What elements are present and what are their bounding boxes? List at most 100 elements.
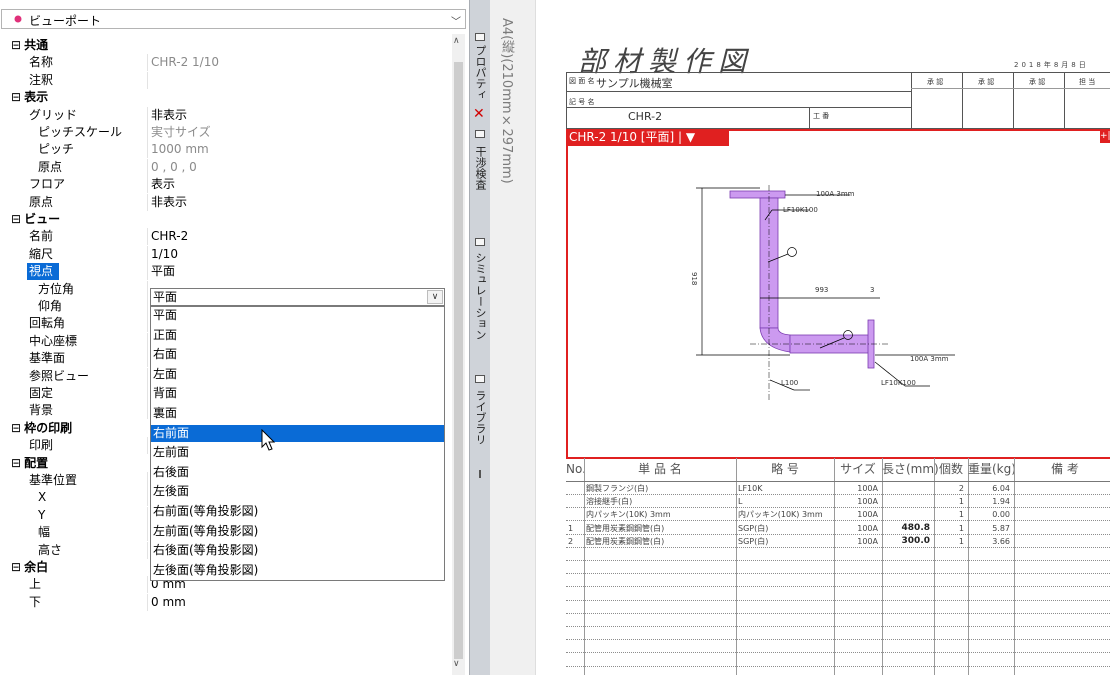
property-row[interactable]: 原点 0 , 0 , 0 — [9, 158, 450, 176]
table-row-line — [566, 599, 1110, 601]
column-divider — [147, 176, 148, 194]
label-text: 枠の印刷 — [24, 420, 73, 435]
property-row[interactable]: 名称 CHR-2 1/10 — [9, 54, 450, 72]
property-tab-icon — [475, 33, 485, 41]
viewpoint-option[interactable]: 背面 — [151, 385, 444, 402]
label-text: ビュー — [24, 212, 61, 226]
property-value[interactable]: 平面 — [151, 263, 175, 280]
viewpoint-option[interactable]: 左前面(等角投影図) — [151, 523, 444, 540]
viewpoint-option[interactable]: 左前面 — [151, 444, 444, 461]
viewport-tag[interactable]: CHR-2 1/10 [平面] | ▼ — [566, 129, 729, 146]
property-row[interactable]: 縮尺 1/10 — [9, 245, 450, 263]
category-label: ⊟ 枠の印刷 — [11, 420, 72, 437]
collapse-icon[interactable]: ⊟ — [11, 456, 21, 470]
table-cell: 内パッキン(10K) 3mm — [586, 510, 671, 520]
dock-tab-strip: プロパティ ✕ 干渉検査 シミュレーション ライブラリ — [469, 0, 491, 675]
tab-library[interactable]: ライブラリ — [470, 390, 491, 445]
property-value[interactable]: 1/10 — [151, 246, 178, 263]
property-row[interactable]: ピッチスケール 実寸サイズ — [9, 124, 450, 141]
property-value[interactable]: 0 mm — [151, 594, 186, 611]
property-row[interactable]: グリッド 非表示 — [9, 106, 450, 124]
drawing-name: サンプル機械室 — [596, 77, 673, 90]
table-header: 重量(kg) — [968, 462, 1016, 476]
viewpoint-option[interactable]: 右前面(等角投影図) — [151, 503, 444, 520]
viewport-tag-right[interactable]: +| — [1100, 129, 1110, 143]
viewpoint-option[interactable]: 平面 — [151, 307, 444, 324]
viewpoint-option[interactable]: 右前面 — [151, 424, 444, 442]
scroll-up-icon[interactable]: ∧ — [453, 36, 460, 46]
column-divider — [147, 298, 148, 315]
collapse-icon[interactable]: ⊟ — [11, 560, 21, 574]
property-label: 中心座標 — [29, 333, 77, 350]
table-cell: SGP(白) — [738, 523, 769, 533]
property-label: 幅 — [38, 524, 50, 541]
property-label: 仰角 — [38, 298, 62, 315]
table-cell: SGP(白) — [738, 536, 769, 546]
table-cell: 300.0 — [901, 535, 930, 546]
property-value[interactable]: CHR-2 1/10 — [151, 54, 219, 71]
column-divider — [147, 472, 148, 489]
table-row-line — [566, 507, 1110, 509]
column-divider — [147, 228, 148, 246]
property-row[interactable]: ピッチ 1000 mm — [9, 141, 450, 159]
collapse-icon[interactable]: ⊟ — [11, 421, 21, 435]
table-column-line — [736, 458, 737, 675]
collapse-icon[interactable]: ⊟ — [11, 38, 21, 52]
scroll-down-icon[interactable]: ∨ — [453, 659, 460, 669]
collapse-icon[interactable]: ⊟ — [11, 90, 21, 104]
property-value[interactable]: 0 , 0 , 0 — [151, 159, 197, 176]
viewpoint-combo[interactable]: 平面 ∨ — [150, 288, 445, 306]
property-row[interactable]: 名前 CHR-2 — [9, 228, 450, 246]
viewpoint-dropdown-list: 平面正面右面左面背面裏面右前面左前面右後面左後面右前面(等角投影図) 左前面(等角… — [150, 306, 445, 581]
property-label: 参照ビュー — [29, 368, 89, 385]
property-label: 基準面 — [29, 350, 65, 367]
property-grid-scrollbar[interactable]: ∧ ∨ — [452, 34, 465, 675]
label-text: 参照ビュー — [29, 368, 90, 383]
table-header: 個数 — [938, 462, 963, 476]
viewpoint-option[interactable]: 正面 — [151, 327, 444, 344]
table-row-line — [566, 586, 1110, 588]
category-label: ⊟ 共通 — [11, 37, 48, 54]
property-value[interactable]: CHR-2 — [151, 228, 188, 245]
viewpoint-option[interactable]: 左後面 — [151, 483, 444, 500]
viewpoint-option[interactable]: 右後面 — [151, 464, 444, 481]
property-value[interactable]: 1000 mm — [151, 141, 209, 158]
viewpoint-option[interactable]: 裏面 — [151, 405, 444, 422]
property-value[interactable]: 非表示 — [151, 107, 187, 124]
property-row[interactable]: 原点 非表示 — [9, 193, 450, 211]
table-cell: 配管用炭素鋼鋼管(白) — [586, 523, 665, 533]
collapse-icon[interactable]: ⊟ — [11, 212, 21, 226]
property-category[interactable]: ⊟ 表示 — [9, 89, 450, 106]
column-divider — [147, 402, 148, 420]
property-value[interactable]: 非表示 — [151, 194, 187, 211]
property-label: グリッド — [29, 107, 77, 124]
table-row-line — [566, 652, 1110, 654]
property-value[interactable]: 実寸サイズ — [151, 124, 211, 141]
property-category[interactable]: ⊟ ビュー — [9, 211, 450, 228]
tab-interference-check[interactable]: 干渉検査 — [470, 146, 491, 190]
viewpoint-option[interactable]: 左面 — [151, 366, 444, 383]
parts-table: No. 単 品 名 略 号 サイズ 長さ(mm) 個数 重量(kg) 備 考鋼製フランジ(白)… — [566, 458, 1110, 675]
property-row[interactable]: フロア 表示 — [9, 176, 450, 194]
interference-tab-icon — [475, 130, 485, 138]
table-row-line — [566, 546, 1110, 548]
viewpoint-option[interactable]: 左後面(等角投影図) — [151, 562, 444, 579]
property-category[interactable]: ⊟ 共通 — [9, 37, 450, 54]
title-block-line — [1013, 72, 1014, 129]
property-panel-title: ビューポート — [29, 14, 102, 28]
property-row[interactable]: 視点 平面 — [9, 263, 450, 281]
tab-property[interactable]: プロパティ — [470, 45, 491, 100]
tab-simulation[interactable]: シミュレーション — [470, 252, 491, 340]
label-text: ピッチスケール — [38, 125, 123, 139]
viewpoint-option[interactable]: 右後面(等角投影図) — [151, 542, 444, 559]
property-row[interactable]: 下 0 mm — [9, 593, 450, 611]
table-header: サイズ — [840, 462, 876, 476]
property-row[interactable]: 注釈 — [9, 71, 450, 89]
property-value[interactable]: 表示 — [151, 176, 175, 193]
viewpoint-option[interactable]: 右面 — [151, 346, 444, 363]
close-icon[interactable]: ✕ — [473, 107, 485, 121]
scrollbar-thumb[interactable] — [454, 62, 463, 659]
property-panel-header[interactable]: ビューポート ﹀ — [1, 9, 466, 29]
chevron-down-icon[interactable]: ∨ — [427, 290, 443, 304]
chevron-down-icon[interactable]: ﹀ — [451, 13, 461, 28]
